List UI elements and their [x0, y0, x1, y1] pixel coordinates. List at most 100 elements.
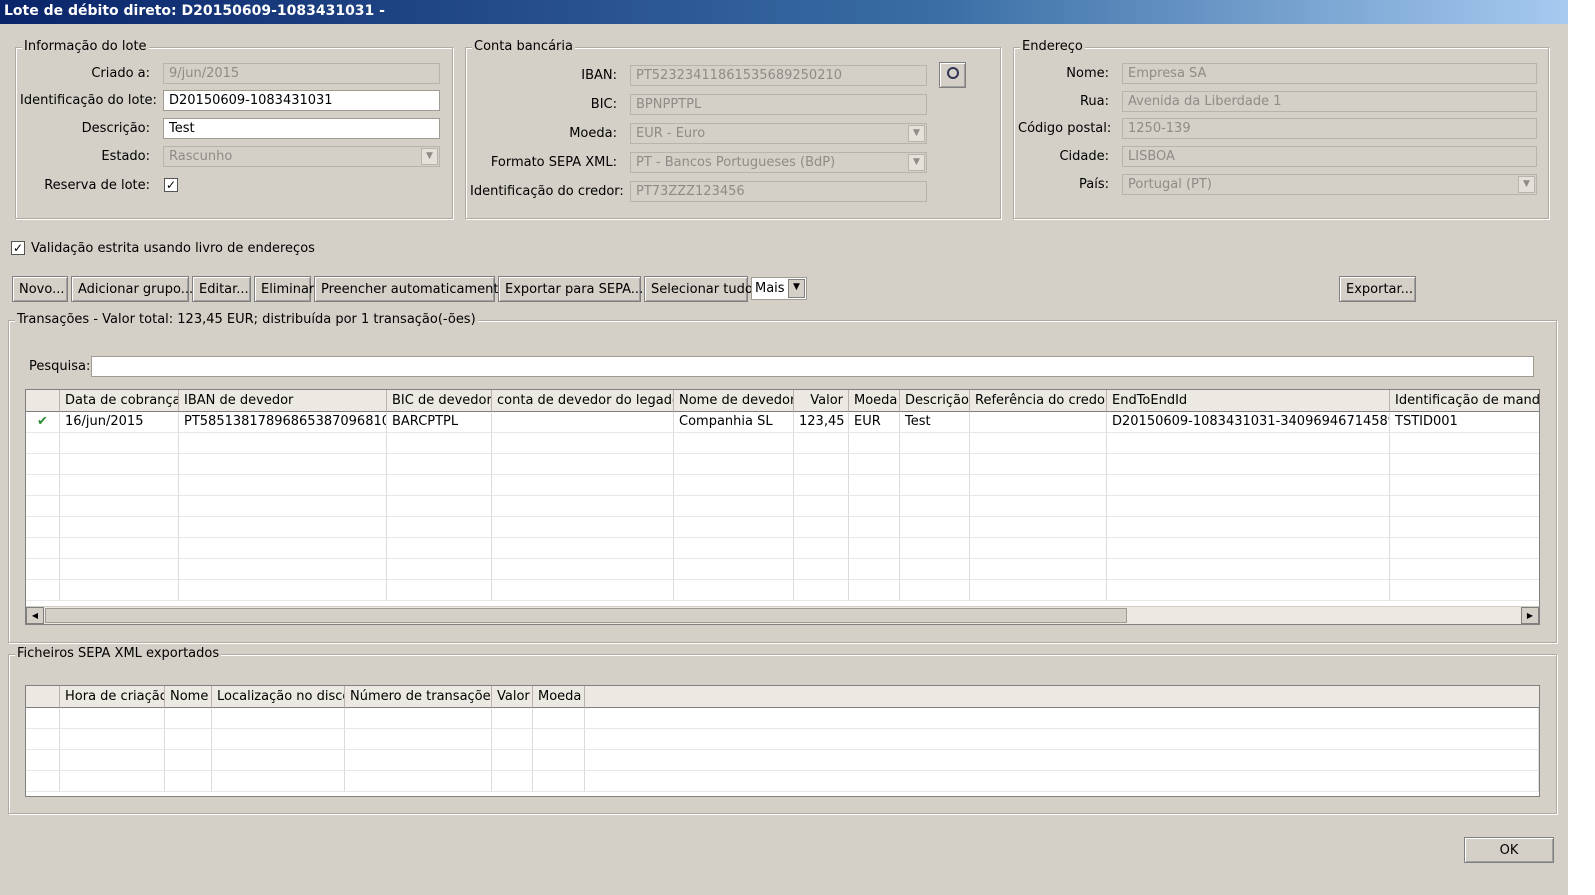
empty-cell: [849, 538, 900, 559]
table-row[interactable]: ✔ 16/jun/2015 PT58513817896865387096810 …: [26, 412, 1539, 433]
editar-button[interactable]: Editar...: [192, 276, 251, 302]
empty-row: [26, 538, 1539, 559]
empty-cell: [492, 580, 674, 601]
empty-cell: [345, 771, 492, 792]
ok-button[interactable]: OK: [1464, 837, 1554, 863]
empty-cell: [345, 750, 492, 771]
empty-cell: [212, 729, 345, 750]
col-referencia[interactable]: Referência do credor: [970, 390, 1107, 412]
empty-cell: [674, 580, 794, 601]
col-f-valor[interactable]: Valor: [492, 686, 533, 708]
empty-cell: [585, 729, 1539, 750]
estado-value: Rascunho: [169, 149, 233, 164]
empty-cell: [165, 771, 212, 792]
scroll-right-icon[interactable]: ▶: [1521, 607, 1539, 624]
col-mandato[interactable]: Identificação de mandat: [1390, 390, 1539, 412]
empty-cell: [970, 475, 1107, 496]
cell-referencia: [970, 412, 1107, 433]
empty-cell: [179, 538, 387, 559]
id-lote-input[interactable]: D20150609-1083431031: [163, 90, 440, 111]
col-f-moeda[interactable]: Moeda: [533, 686, 585, 708]
ficheiros-table[interactable]: Hora de criação Nome Localização no disc…: [25, 685, 1540, 797]
nome-field: Empresa SA: [1122, 63, 1537, 84]
empty-cell: [387, 580, 492, 601]
formato-value: PT - Bancos Portugueses (BdP): [636, 155, 836, 170]
empty-cell: [900, 496, 970, 517]
empty-cell: [794, 433, 849, 454]
empty-cell: [533, 708, 585, 729]
col-num-transacoes[interactable]: Número de transações: [345, 686, 492, 708]
mais-select[interactable]: Mais ▼: [751, 277, 807, 300]
col-legado[interactable]: conta de devedor do legado: [492, 390, 674, 412]
scroll-left-icon[interactable]: ◀: [26, 607, 44, 624]
cell-bic: BARCPTPL: [387, 412, 492, 433]
empty-cell: [60, 538, 179, 559]
postal-field: 1250-139: [1122, 118, 1537, 139]
cell-iban: PT58513817896865387096810: [179, 412, 387, 433]
empty-cell: [900, 580, 970, 601]
col-localizacao[interactable]: Localização no disco: [212, 686, 345, 708]
moeda-value: EUR - Euro: [636, 126, 706, 141]
empty-cell: [26, 454, 60, 475]
chevron-down-icon: ▼: [788, 279, 805, 298]
col-hora[interactable]: Hora de criação: [60, 686, 165, 708]
col-endtoend[interactable]: EndToEndId: [1107, 390, 1390, 412]
col-iban[interactable]: IBAN de devedor: [179, 390, 387, 412]
search-input[interactable]: [91, 356, 1534, 377]
col-moeda[interactable]: Moeda: [849, 390, 900, 412]
empty-cell: [179, 475, 387, 496]
empty-cell: [1107, 433, 1390, 454]
reserva-checkbox[interactable]: ✓: [164, 178, 178, 192]
empty-cell: [492, 708, 533, 729]
col-f-status[interactable]: [26, 686, 60, 708]
empty-cell: [26, 729, 60, 750]
transacoes-header: Data de cobrança IBAN de devedor BIC de …: [26, 390, 1539, 412]
empty-cell: [179, 433, 387, 454]
empty-cell: [900, 559, 970, 580]
exportar-button[interactable]: Exportar...: [1339, 276, 1416, 302]
selecionar-tudo-button[interactable]: Selecionar tudo: [644, 276, 753, 302]
empty-cell: [970, 538, 1107, 559]
empty-cell: [674, 517, 794, 538]
empty-cell: [492, 538, 674, 559]
horizontal-scrollbar[interactable]: ◀ ▶: [26, 606, 1539, 624]
col-bic[interactable]: BIC de devedor: [387, 390, 492, 412]
empty-cell: [970, 454, 1107, 475]
cell-data: 16/jun/2015: [60, 412, 179, 433]
preencher-button[interactable]: Preencher automaticamente: [314, 276, 506, 302]
empty-cell: [165, 708, 212, 729]
postal-label: Código postal:: [1018, 121, 1112, 136]
window-title: Lote de débito direto: D20150609-1083431…: [0, 0, 1568, 24]
scroll-thumb[interactable]: [45, 608, 1127, 623]
empty-cell: [794, 538, 849, 559]
empty-cell: [60, 559, 179, 580]
col-f-nome[interactable]: Nome: [165, 686, 212, 708]
validacao-label: Validação estrita usando livro de endere…: [31, 241, 315, 256]
empty-cell: [900, 538, 970, 559]
col-valor[interactable]: Valor: [794, 390, 849, 412]
empty-cell: [585, 708, 1539, 729]
col-descricao[interactable]: Descrição: [900, 390, 970, 412]
exportar-sepa-button[interactable]: Exportar para SEPA...: [498, 276, 643, 302]
descricao-input[interactable]: Test: [163, 118, 440, 139]
iban-search-button[interactable]: [939, 62, 966, 88]
empty-cell: [60, 496, 179, 517]
rua-field: Avenida da Liberdade 1: [1122, 91, 1537, 112]
col-status[interactable]: [26, 390, 60, 412]
transacoes-table[interactable]: Data de cobrança IBAN de devedor BIC de …: [25, 389, 1540, 625]
adicionar-grupo-button[interactable]: Adicionar grupo...: [71, 276, 193, 302]
validacao-checkbox[interactable]: ✓: [11, 241, 25, 255]
col-data[interactable]: Data de cobrança: [60, 390, 179, 412]
col-nome[interactable]: Nome de devedor: [674, 390, 794, 412]
eliminar-button[interactable]: Eliminar: [254, 276, 314, 302]
empty-row: [26, 475, 1539, 496]
empty-cell: [674, 559, 794, 580]
novo-button[interactable]: Novo...: [12, 276, 68, 302]
empty-cell: [585, 771, 1539, 792]
empty-cell: [179, 496, 387, 517]
empty-cell: [849, 559, 900, 580]
empty-cell: [1390, 475, 1539, 496]
cell-nome: Companhia SL: [674, 412, 794, 433]
cell-mandato: TSTID001: [1390, 412, 1539, 433]
search-icon: [946, 67, 959, 79]
